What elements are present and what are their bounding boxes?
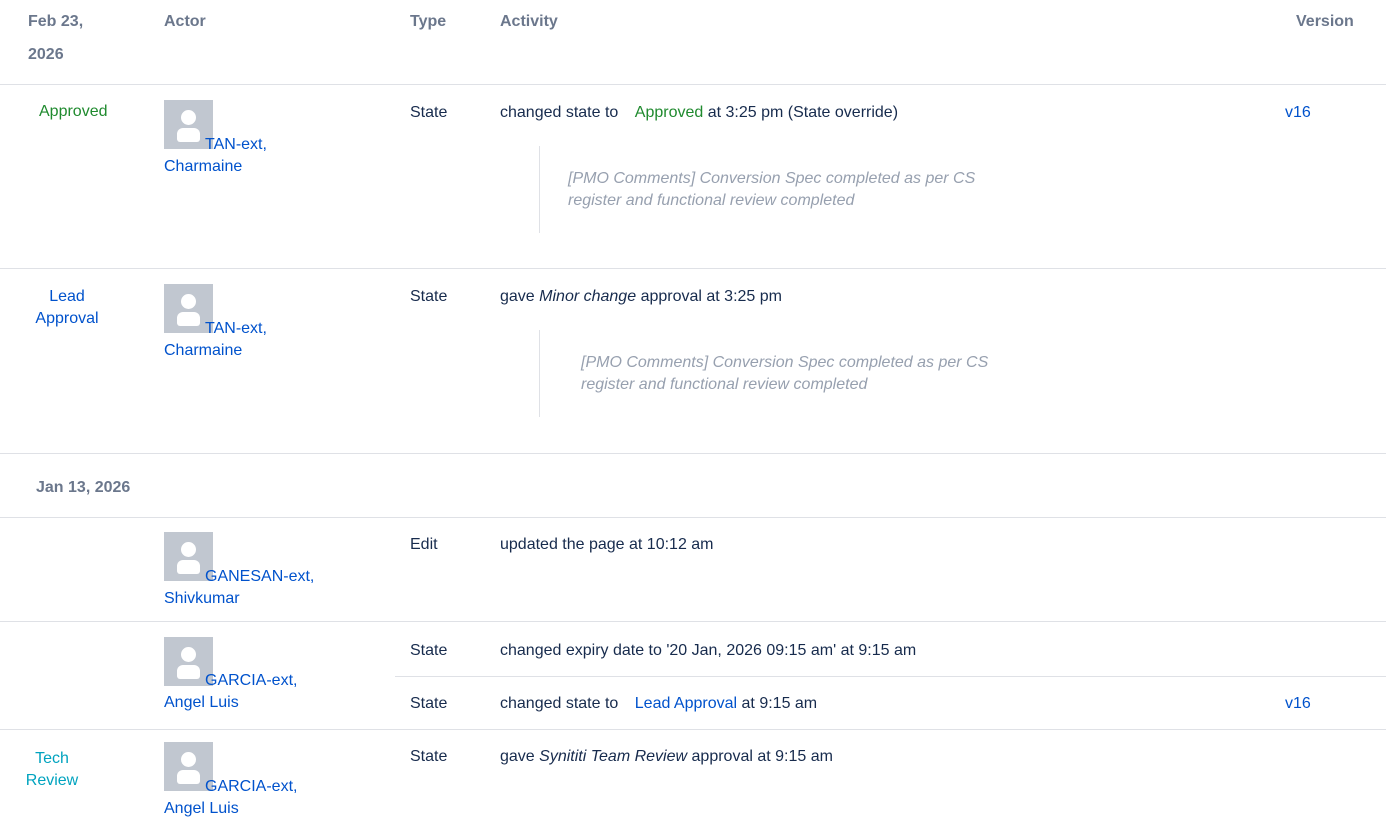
comment: [PMO Comments] Conversion Spec completed… bbox=[581, 352, 1121, 396]
actor-name-line1: GANESAN-ext, bbox=[205, 568, 315, 585]
actor-link[interactable]: GARCIA-ext, Angel Luis bbox=[164, 670, 297, 714]
group-divider bbox=[0, 453, 1386, 454]
activity-prefix: changed state to bbox=[500, 104, 619, 121]
actor-link[interactable]: GARCIA-ext, Angel Luis bbox=[164, 776, 297, 820]
actor-name-line2: Charmaine bbox=[164, 342, 243, 359]
actor-name-line1: GARCIA-ext, bbox=[205, 672, 298, 689]
actor-name-line2: Shivkumar bbox=[164, 590, 240, 607]
activity-cell: gave Minor change approval at 3:25 pm bbox=[500, 286, 782, 308]
activity-cell: changed state to Lead Approval at 9:15 a… bbox=[500, 693, 817, 715]
actor-link[interactable]: TAN-ext, Charmaine bbox=[164, 318, 267, 362]
row-divider bbox=[0, 729, 1386, 730]
activity-cell: changed state to Approved at 3:25 pm (St… bbox=[500, 102, 898, 124]
comment-line2: register and functional review completed bbox=[568, 192, 855, 209]
comment-bar bbox=[539, 330, 540, 417]
group-divider bbox=[0, 517, 1386, 518]
header-version: Version bbox=[1296, 13, 1354, 30]
actor-name-line1: GARCIA-ext, bbox=[205, 778, 298, 795]
header-type: Type bbox=[410, 13, 447, 30]
comment-line2: register and functional review completed bbox=[581, 376, 868, 393]
row-divider bbox=[0, 621, 1386, 622]
actor-name-line2: Angel Luis bbox=[164, 800, 239, 817]
activity-italic: Synititi Team Review bbox=[539, 748, 688, 765]
header-divider bbox=[0, 84, 1386, 85]
type-cell: Edit bbox=[410, 536, 438, 553]
type-cell: State bbox=[410, 695, 448, 712]
state-badge-line1: Lead bbox=[49, 288, 85, 305]
actor-name-line1: TAN-ext, bbox=[205, 136, 267, 153]
actor-name-line2: Angel Luis bbox=[164, 694, 239, 711]
state-badge-tech-review: Tech Review bbox=[22, 748, 82, 792]
state-badge-line2: Review bbox=[25, 772, 79, 789]
row-divider bbox=[0, 268, 1386, 269]
header-date: Feb 23, 2026 bbox=[28, 5, 83, 71]
header-date-line2: 2026 bbox=[28, 46, 64, 63]
activity-suffix: at 3:25 pm (State override) bbox=[707, 104, 899, 121]
activity-suffix: approval at 9:15 am bbox=[691, 748, 833, 765]
actor-link[interactable]: GANESAN-ext, Shivkumar bbox=[164, 566, 314, 610]
header-activity: Activity bbox=[500, 13, 558, 30]
user-head-icon bbox=[181, 647, 196, 662]
version-link-v16[interactable]: v16 bbox=[1285, 102, 1311, 124]
user-head-icon bbox=[181, 542, 196, 557]
comment-line1: [PMO Comments] Conversion Spec completed… bbox=[581, 354, 989, 371]
state-badge-lead-approval: Lead Approval bbox=[27, 286, 107, 330]
activity-italic: Minor change bbox=[539, 288, 637, 305]
actor-link[interactable]: TAN-ext, Charmaine bbox=[164, 134, 267, 178]
type-cell: State bbox=[410, 104, 448, 121]
activity-prefix: changed state to bbox=[500, 695, 619, 712]
group-date-header: Jan 13, 2026 bbox=[36, 479, 131, 496]
activity-cell: gave Synititi Team Review approval at 9:… bbox=[500, 746, 833, 768]
header-actor: Actor bbox=[164, 13, 206, 30]
sub-row-divider bbox=[395, 676, 1386, 677]
comment-line1: [PMO Comments] Conversion Spec completed… bbox=[568, 170, 976, 187]
comment: [PMO Comments] Conversion Spec completed… bbox=[568, 168, 1108, 212]
activity-state-approved: Approved bbox=[634, 104, 704, 121]
version-link-v16[interactable]: v16 bbox=[1285, 693, 1311, 715]
activity-suffix: approval at 3:25 pm bbox=[640, 288, 782, 305]
activity-prefix: gave bbox=[500, 288, 535, 305]
activity-suffix: at 9:15 am bbox=[741, 695, 818, 712]
user-head-icon bbox=[181, 752, 196, 767]
user-head-icon bbox=[181, 110, 196, 125]
activity-cell: changed expiry date to '20 Jan, 2026 09:… bbox=[500, 642, 917, 659]
activity-prefix: gave bbox=[500, 748, 535, 765]
activity-cell: updated the page at 10:12 am bbox=[500, 536, 714, 553]
actor-name-line2: Charmaine bbox=[164, 158, 243, 175]
activity-state-lead-approval: Lead Approval bbox=[634, 695, 738, 712]
state-badge-line1: Tech bbox=[35, 750, 69, 767]
actor-name-line1: TAN-ext, bbox=[205, 320, 267, 337]
state-badge-line2: Approval bbox=[35, 310, 99, 327]
state-badge-approved: Approved bbox=[39, 103, 108, 120]
comment-bar bbox=[539, 146, 540, 233]
type-cell: State bbox=[410, 288, 448, 305]
user-head-icon bbox=[181, 294, 196, 309]
type-cell: State bbox=[410, 748, 448, 765]
type-cell: State bbox=[410, 642, 448, 659]
header-date-line1: Feb 23, bbox=[28, 13, 84, 30]
